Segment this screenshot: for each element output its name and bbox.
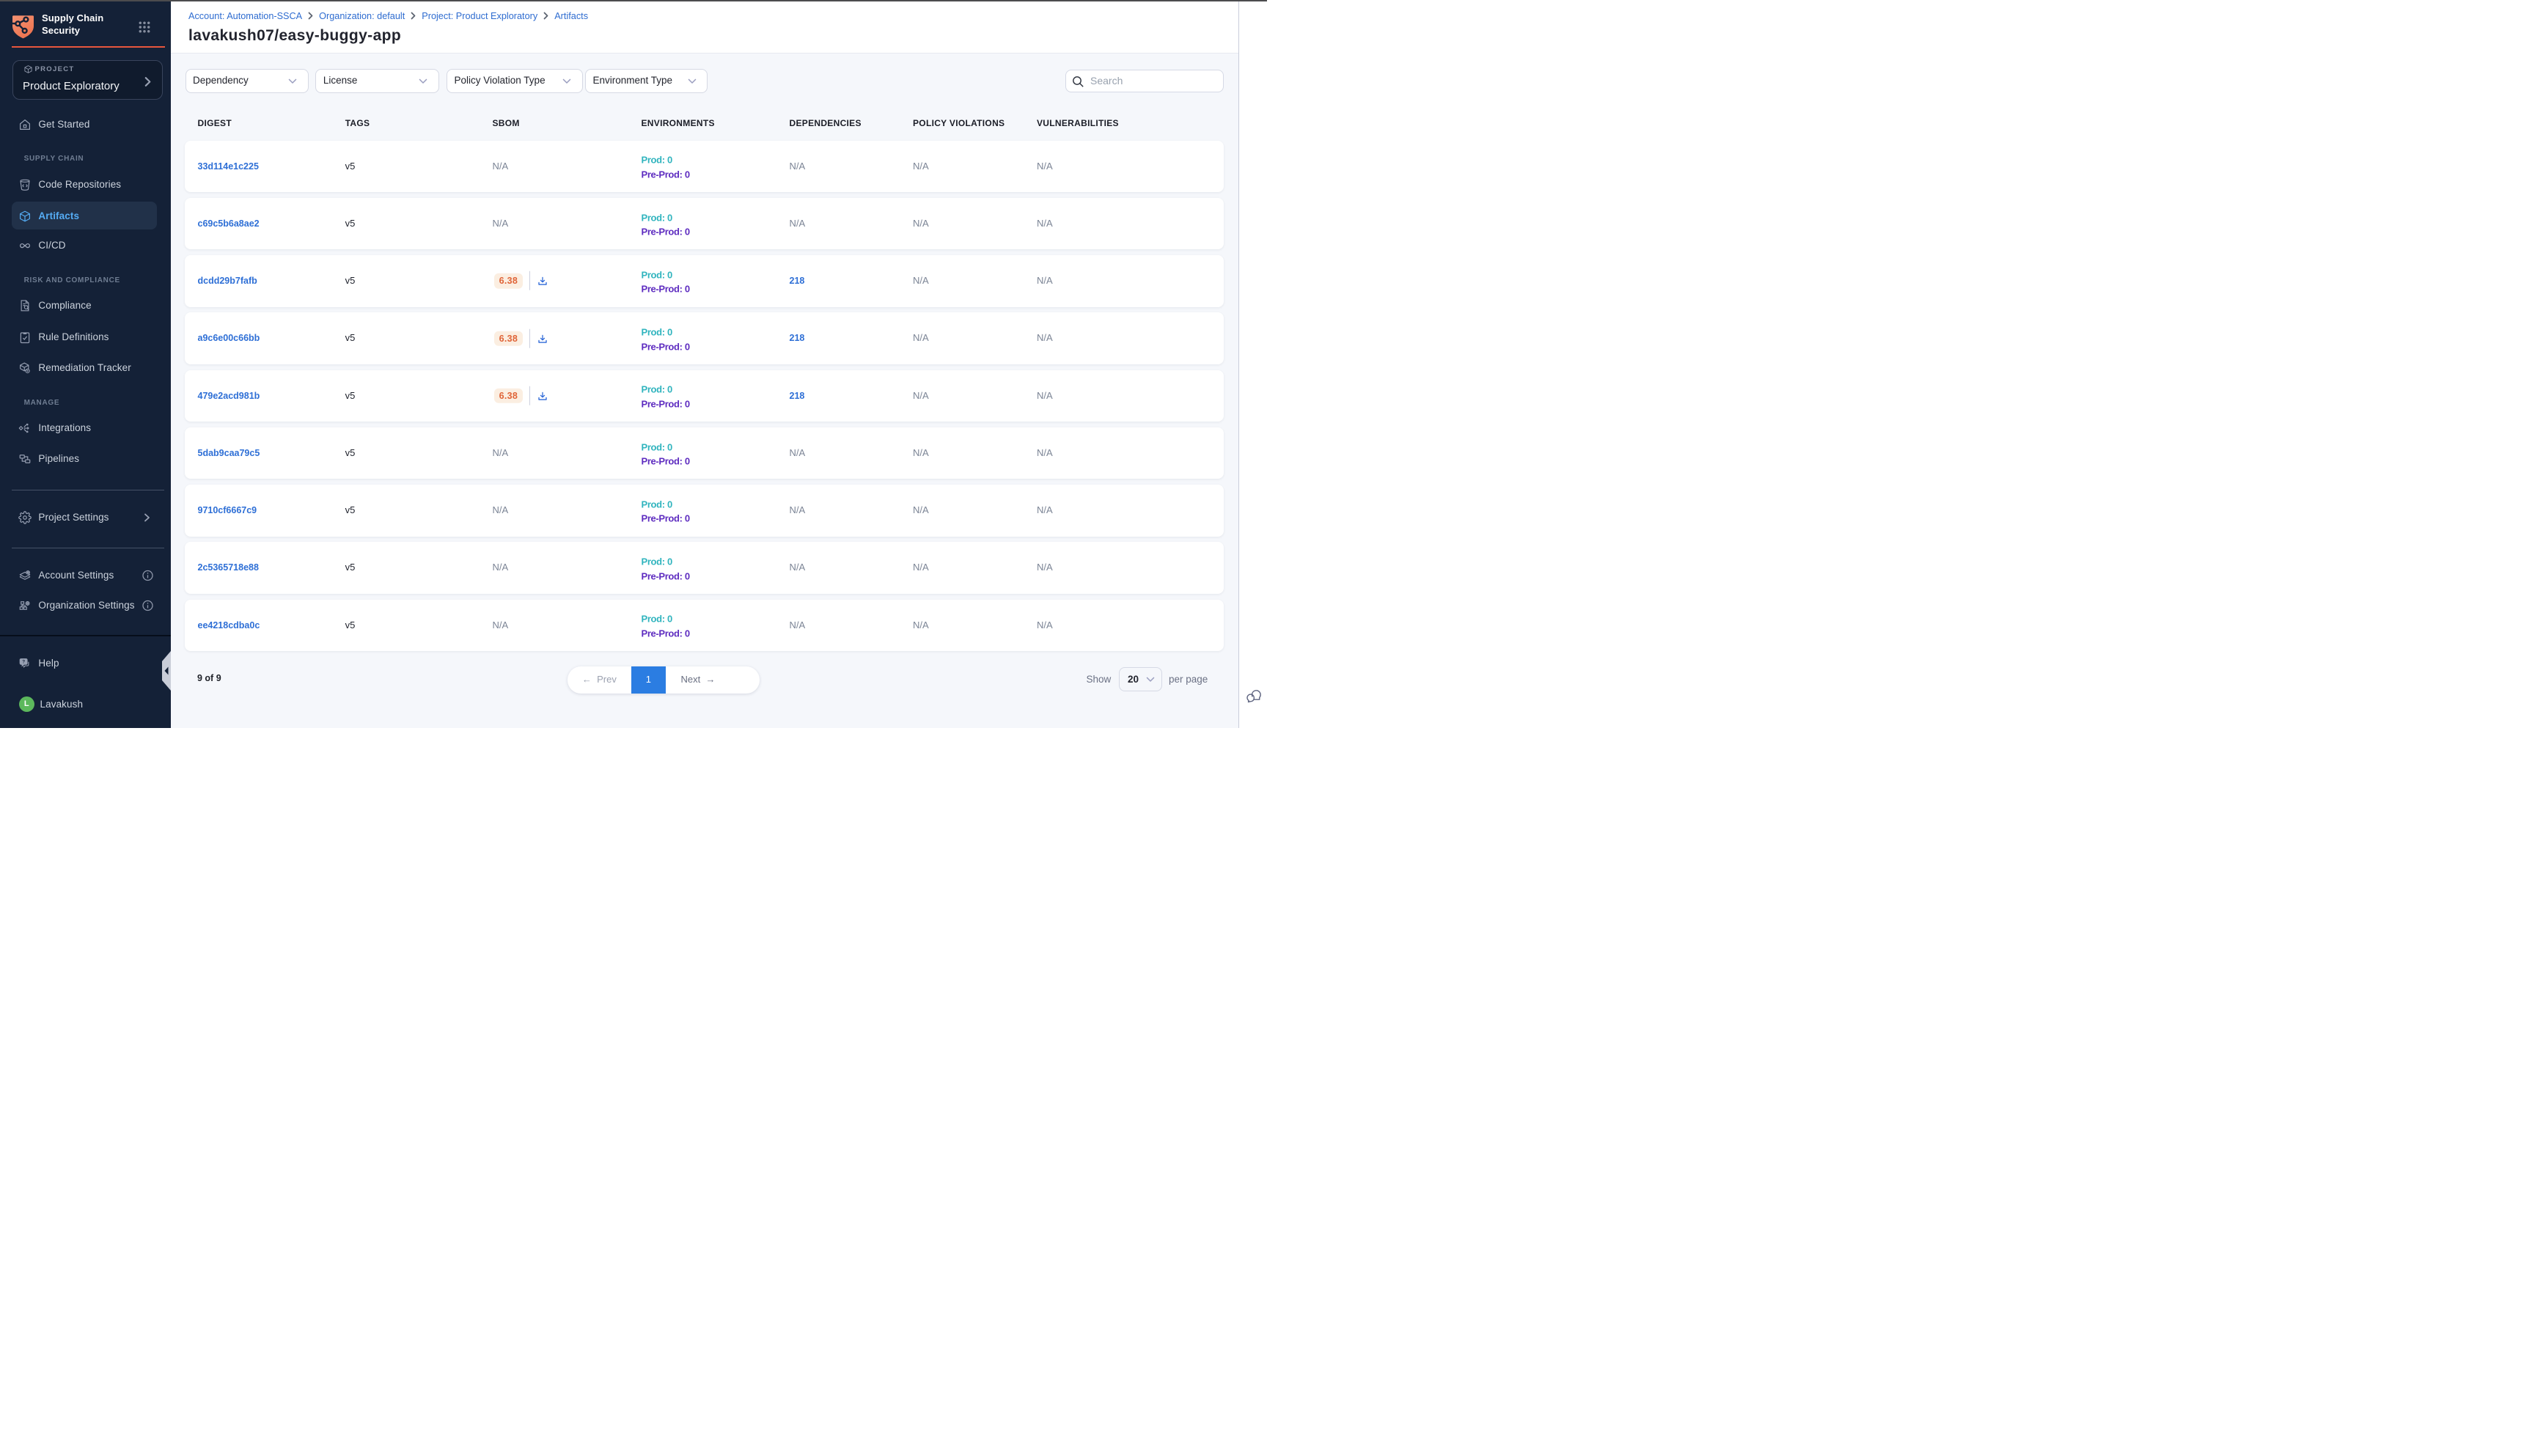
svg-text:?: ? [22, 659, 25, 664]
